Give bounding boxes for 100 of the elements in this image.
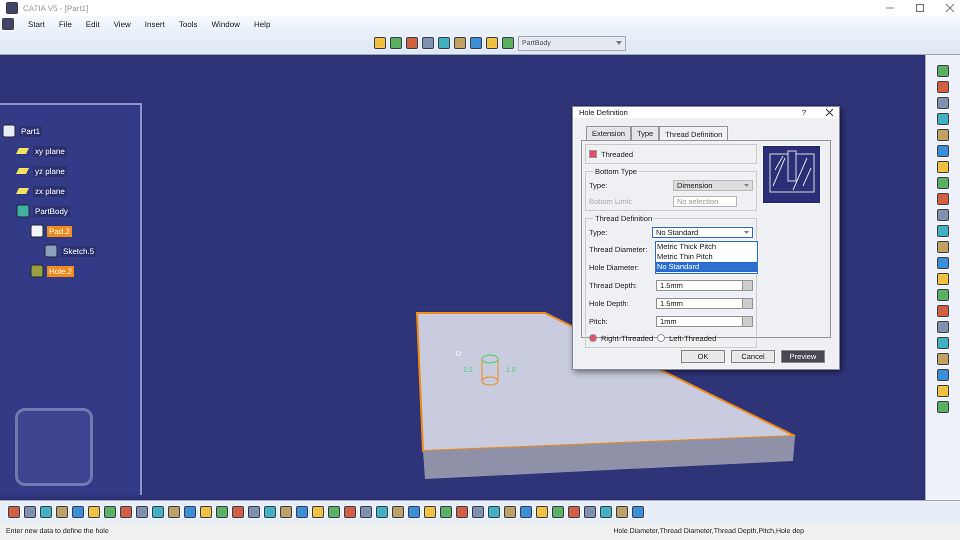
tool-icon[interactable] [568, 506, 580, 518]
hole-icon [30, 264, 44, 278]
tree-item[interactable]: Part1 [19, 126, 42, 136]
tool-icon[interactable] [504, 506, 516, 518]
tool-icon[interactable] [937, 129, 949, 141]
3d-viewport[interactable] [0, 55, 925, 500]
tool-icon[interactable] [937, 161, 949, 173]
tool-icon[interactable] [248, 506, 260, 518]
radio-button[interactable] [657, 334, 666, 342]
tool-icon[interactable] [56, 506, 68, 518]
menu-item[interactable]: Window [212, 20, 240, 28]
tree-item[interactable]: zx plane [33, 186, 67, 196]
body-icon [16, 204, 30, 218]
tool-icon[interactable] [488, 506, 500, 518]
tool-icon[interactable] [88, 506, 100, 518]
tool-icon[interactable] [406, 37, 418, 49]
tool-icon[interactable] [376, 506, 388, 518]
caret-icon [616, 41, 622, 45]
tool-icon[interactable] [472, 506, 484, 518]
tool-icon[interactable] [104, 506, 116, 518]
tree-item[interactable]: PartBody [33, 206, 70, 216]
tree-item[interactable]: yz plane [33, 166, 67, 176]
menu-item[interactable]: Insert [144, 20, 165, 28]
tool-icon[interactable] [280, 506, 292, 518]
tool-icon[interactable] [937, 385, 949, 397]
tool-icon[interactable] [232, 506, 244, 518]
menu-item[interactable]: Help [254, 20, 270, 28]
tool-icon[interactable] [937, 401, 949, 413]
caret-icon [744, 184, 749, 186]
tool-icon[interactable] [424, 506, 436, 518]
tool-icon[interactable] [937, 193, 949, 205]
tool-icon[interactable] [312, 506, 324, 518]
tool-icon[interactable] [408, 506, 420, 518]
plane-icon [16, 167, 30, 175]
menu-item[interactable]: Tools [178, 20, 198, 28]
sketch-icon [44, 244, 58, 258]
tool-icon[interactable] [937, 369, 949, 381]
tool-icon[interactable] [486, 37, 498, 49]
tool-icon[interactable] [937, 65, 949, 77]
tool-icon[interactable] [937, 337, 949, 349]
tool-icon[interactable] [600, 506, 612, 518]
app-icon[interactable] [2, 18, 14, 30]
tool-icon[interactable] [296, 506, 308, 518]
tool-icon[interactable] [72, 506, 84, 518]
tool-icon[interactable] [184, 506, 196, 518]
tree-item[interactable]: xy plane [33, 146, 67, 156]
tool-icon[interactable] [456, 506, 468, 518]
tool-icon[interactable] [502, 37, 514, 49]
tool-icon[interactable] [937, 145, 949, 157]
radio-button[interactable] [589, 334, 597, 342]
tool-icon[interactable] [216, 506, 228, 518]
tool-icon[interactable] [937, 113, 949, 125]
threaded-checkbox[interactable] [589, 150, 597, 158]
tool-icon[interactable] [552, 506, 564, 518]
tool-icon[interactable] [374, 37, 386, 49]
tool-icon[interactable] [152, 506, 164, 518]
tool-icon[interactable] [937, 241, 949, 253]
menu-item[interactable]: File [58, 20, 72, 28]
tool-icon[interactable] [24, 506, 36, 518]
hole-section-drawing [763, 146, 820, 203]
tool-icon[interactable] [40, 506, 52, 518]
tool-icon[interactable] [328, 506, 340, 518]
tool-icon[interactable] [438, 37, 450, 49]
tool-icon[interactable] [168, 506, 180, 518]
tool-icon[interactable] [937, 177, 949, 189]
tool-icon[interactable] [120, 506, 132, 518]
menu-item[interactable]: View [114, 20, 131, 28]
tool-icon[interactable] [937, 97, 949, 109]
tool-icon[interactable] [200, 506, 212, 518]
plane-icon [16, 147, 30, 155]
menu-item[interactable]: Edit [86, 20, 100, 28]
tool-icon[interactable] [360, 506, 372, 518]
tool-icon[interactable] [390, 37, 402, 49]
tool-icon[interactable] [937, 289, 949, 301]
tool-icon[interactable] [632, 506, 644, 518]
tool-icon[interactable] [584, 506, 596, 518]
tool-icon[interactable] [136, 506, 148, 518]
tool-icon[interactable] [937, 81, 949, 93]
tool-icon[interactable] [937, 209, 949, 221]
tool-icon[interactable] [264, 506, 276, 518]
tool-icon[interactable] [520, 506, 532, 518]
tool-icon[interactable] [937, 353, 949, 365]
tool-icon[interactable] [8, 506, 20, 518]
tool-icon[interactable] [937, 305, 949, 317]
tool-icon[interactable] [470, 37, 482, 49]
tool-icon[interactable] [937, 273, 949, 285]
tool-icon[interactable] [454, 37, 466, 49]
tool-icon[interactable] [937, 257, 949, 269]
tool-icon[interactable] [440, 506, 452, 518]
tool-icon[interactable] [344, 506, 356, 518]
tool-icon[interactable] [422, 37, 434, 49]
tool-icon[interactable] [937, 321, 949, 333]
tree-item[interactable]: Sketch.5 [61, 246, 96, 256]
maximize-icon[interactable] [916, 4, 924, 12]
tool-icon[interactable] [536, 506, 548, 518]
tool-icon[interactable] [616, 506, 628, 518]
close-icon[interactable] [826, 109, 833, 116]
tool-icon[interactable] [392, 506, 404, 518]
tool-icon[interactable] [937, 225, 949, 237]
menu-item[interactable]: Start [28, 20, 45, 28]
